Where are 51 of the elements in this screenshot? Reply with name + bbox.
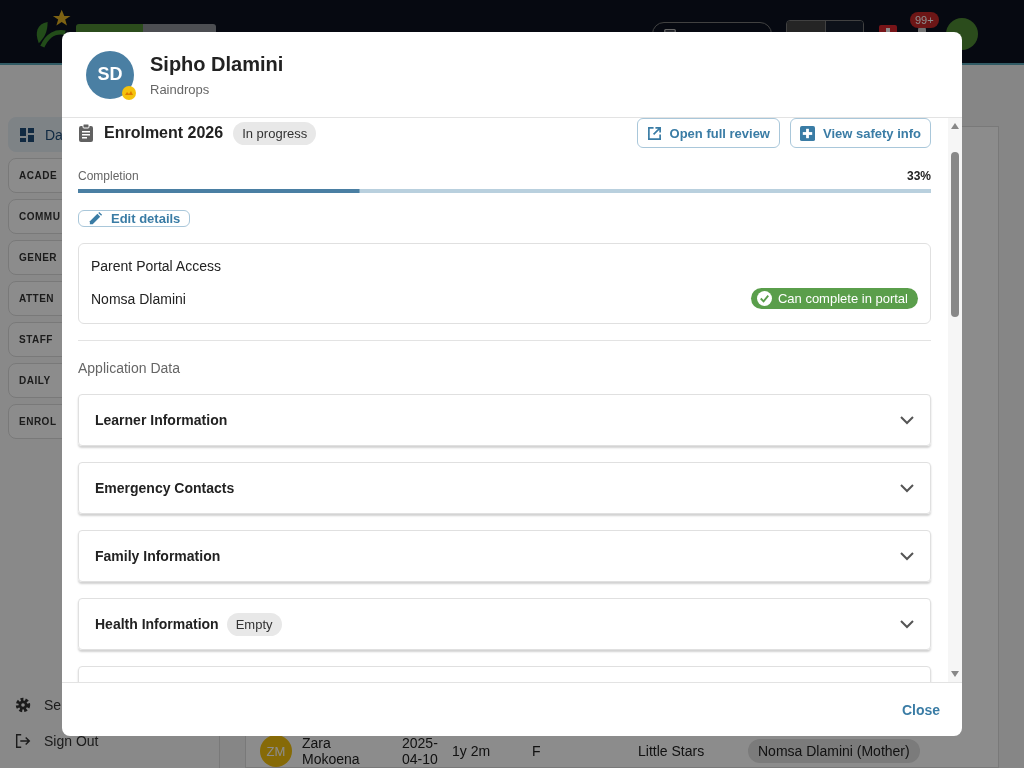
action-button[interactable]: View safety info [790, 118, 931, 148]
class-badge-icon [122, 85, 136, 100]
table-cell-text: Zara Mokoena [302, 735, 361, 767]
empty-chip: Empty [226, 612, 282, 636]
medical-cross-icon [800, 125, 815, 141]
chevron-icon [900, 551, 914, 561]
section-heading: Application Data [78, 360, 181, 376]
portal-card-title: Parent Portal Access [91, 258, 222, 274]
accordion-title: Health Information [95, 616, 219, 632]
check-circle-icon [756, 291, 772, 306]
learner-avatar: SD [86, 50, 134, 99]
clipboard-icon [78, 124, 94, 142]
table-cell-text: 1y 2m [452, 743, 492, 759]
enrolment-title: Enrolment 2026 [104, 124, 224, 142]
sign-out-icon [14, 732, 32, 750]
notification-count-badge: 99+ [910, 12, 939, 28]
accordion-panel[interactable]: Emergency Contacts [78, 462, 931, 514]
accordion-panel[interactable]: Learner Information [78, 394, 931, 446]
table-cell-text: Little Stars [638, 743, 706, 759]
pencil-icon [88, 211, 103, 226]
table-cell-text: 2025-04-10 [402, 735, 439, 767]
chevron-icon [900, 483, 914, 493]
table-cell-text: F [532, 743, 542, 759]
dashboard-icon [19, 126, 35, 143]
accordion-title: Learner Information [95, 412, 228, 428]
completion-label: Completion [78, 169, 139, 183]
completion-percent: 33% [906, 169, 931, 183]
status-chip: In progress [233, 121, 317, 145]
scrollbar-thumb[interactable] [951, 152, 959, 317]
accordion-title: Emergency Contacts [95, 480, 235, 496]
settings-icon [14, 696, 32, 714]
edit-details-button[interactable]: Edit details [78, 210, 191, 227]
action-button[interactable]: Open full review [636, 118, 780, 148]
chevron-icon [900, 619, 914, 629]
chevron-icon [900, 415, 914, 425]
child-avatar: ZM [260, 735, 292, 767]
scroll-down-arrow-icon[interactable] [950, 670, 960, 678]
scrollbar[interactable] [948, 118, 962, 682]
accordion-title: Family Information [95, 548, 221, 564]
sidebar-footer-item[interactable]: Se [8, 692, 213, 718]
sidebar-footer-item[interactable]: Sign Out [8, 728, 213, 754]
portal-status-chip: Can complete in portal [750, 288, 918, 309]
external-link-icon [646, 125, 662, 141]
guardian-chip: Nomsa Dlamini (Mother) [748, 739, 920, 763]
accordion-panel[interactable]: Health Information Empty [78, 598, 931, 650]
learner-name: Sipho Dlamini [150, 52, 284, 76]
scroll-up-arrow-icon[interactable] [950, 122, 960, 130]
parent-name: Nomsa Dlamini [91, 290, 186, 307]
learner-class: Raindrops [150, 81, 211, 97]
close-button[interactable]: Close [899, 695, 942, 724]
accordion-panel[interactable]: Family Information [78, 530, 931, 582]
